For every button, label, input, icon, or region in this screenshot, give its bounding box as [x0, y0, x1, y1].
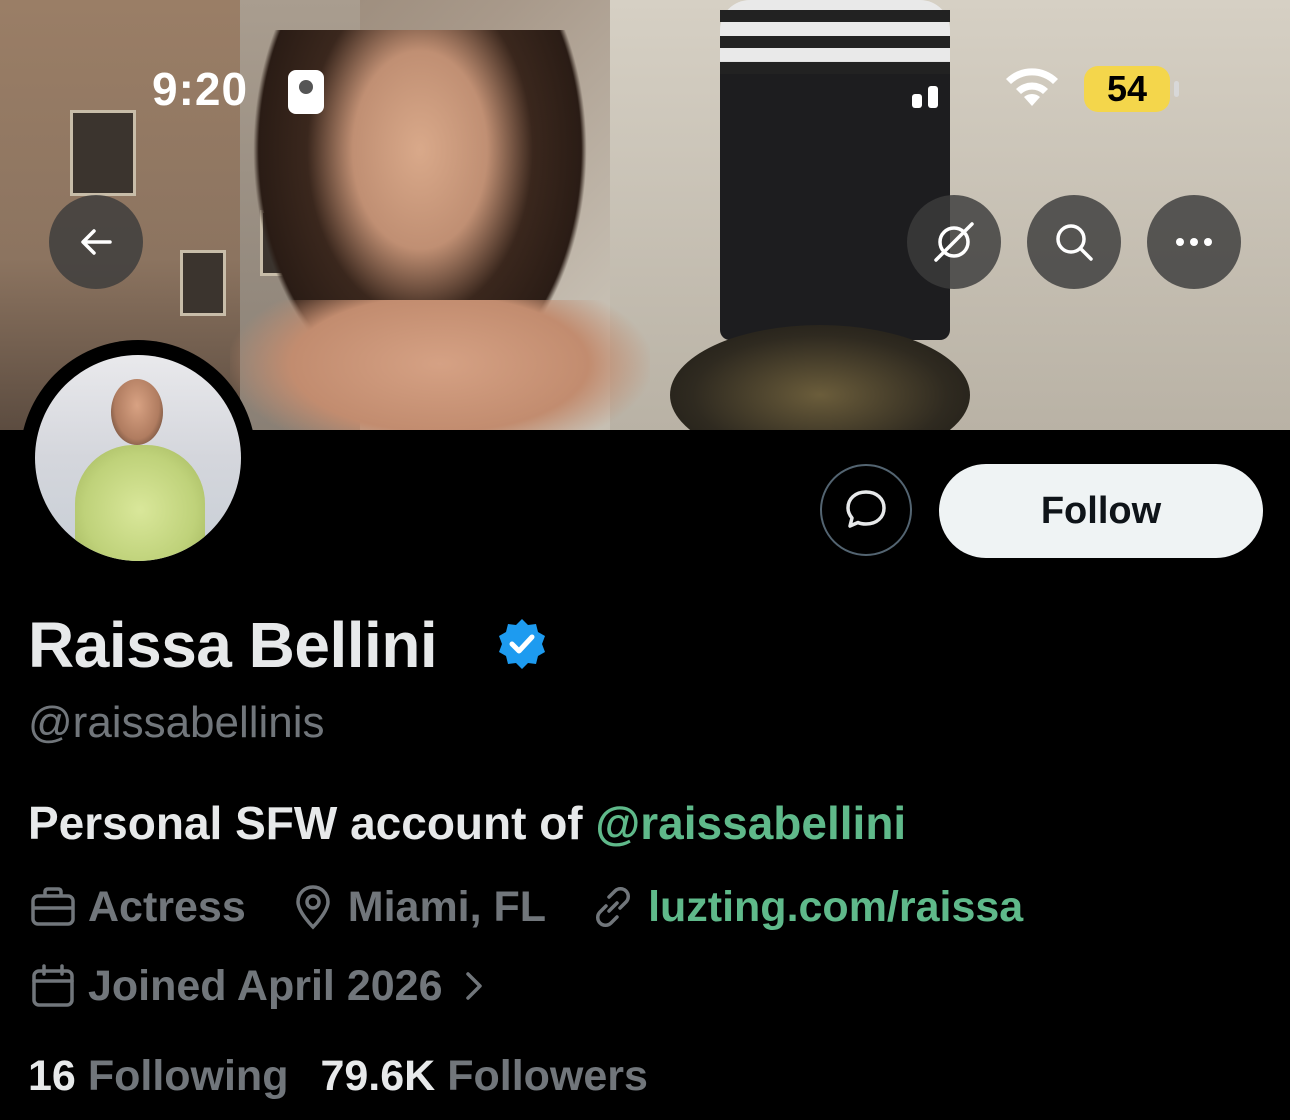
avatar-image: [35, 355, 241, 561]
joined-item[interactable]: Joined April 2026: [28, 961, 502, 1011]
banner-gondolier: [720, 0, 950, 340]
search-icon: [1056, 224, 1093, 261]
battery-indicator: 54: [1084, 66, 1179, 112]
grok-icon: [934, 222, 974, 262]
follow-button[interactable]: Follow: [939, 464, 1263, 558]
profile-avatar[interactable]: [20, 340, 256, 576]
avatar-head: [111, 379, 163, 445]
search-button[interactable]: [1027, 195, 1121, 289]
user-handle: @raissabellinis: [28, 698, 325, 747]
contact-card-icon: [288, 70, 324, 114]
briefcase-icon: [31, 887, 75, 926]
bio-mention-link[interactable]: @raissabellini: [595, 797, 906, 849]
banner-window: [70, 110, 136, 196]
location-pin-icon: [296, 885, 330, 930]
message-icon: [846, 490, 886, 528]
back-arrow-icon: [81, 229, 112, 255]
banner-stripe: [720, 36, 950, 48]
location-item: Miami, FL: [288, 882, 546, 932]
following-label[interactable]: Following: [88, 1052, 289, 1101]
banner-window: [180, 250, 226, 316]
banner-person-torso: [230, 300, 650, 430]
followers-count[interactable]: 79.6K: [320, 1052, 435, 1101]
bio-text: Personal SFW account of: [28, 797, 596, 849]
verified-badge-icon: [499, 619, 545, 669]
avatar-dress: [75, 445, 205, 561]
profession-text: Actress: [88, 882, 246, 931]
grok-button[interactable]: [907, 195, 1001, 289]
display-name: Raissa Bellini: [28, 609, 438, 681]
status-bar: 9:20 54: [0, 60, 1290, 120]
website-link[interactable]: luzting.com/raissa: [648, 883, 1023, 932]
back-button[interactable]: [49, 195, 143, 289]
followers-label[interactable]: Followers: [447, 1052, 648, 1101]
wifi-icon: [1006, 68, 1058, 106]
joined-row[interactable]: Joined April 2026: [28, 961, 502, 1011]
joined-text: Joined April 2026: [88, 961, 443, 1010]
profession-item: Actress: [28, 882, 246, 932]
following-count[interactable]: 16: [28, 1052, 76, 1101]
chevron-right-icon: [466, 972, 483, 1000]
profile-bio: Personal SFW account of @raissabellini: [28, 796, 906, 850]
status-time: 9:20: [152, 63, 249, 115]
message-button[interactable]: [820, 464, 912, 556]
banner-stripe: [720, 10, 950, 22]
follow-stats: 16 Following 79.6K Followers: [28, 1052, 680, 1101]
more-icon: [1176, 238, 1212, 246]
profile-meta-row: Actress Miami, FL luzting.com/raissa: [28, 882, 1065, 932]
link-icon: [596, 887, 631, 927]
website-item[interactable]: luzting.com/raissa: [588, 882, 1023, 932]
more-options-button[interactable]: [1147, 195, 1241, 289]
calendar-icon: [32, 964, 74, 1007]
location-text: Miami, FL: [347, 882, 547, 931]
